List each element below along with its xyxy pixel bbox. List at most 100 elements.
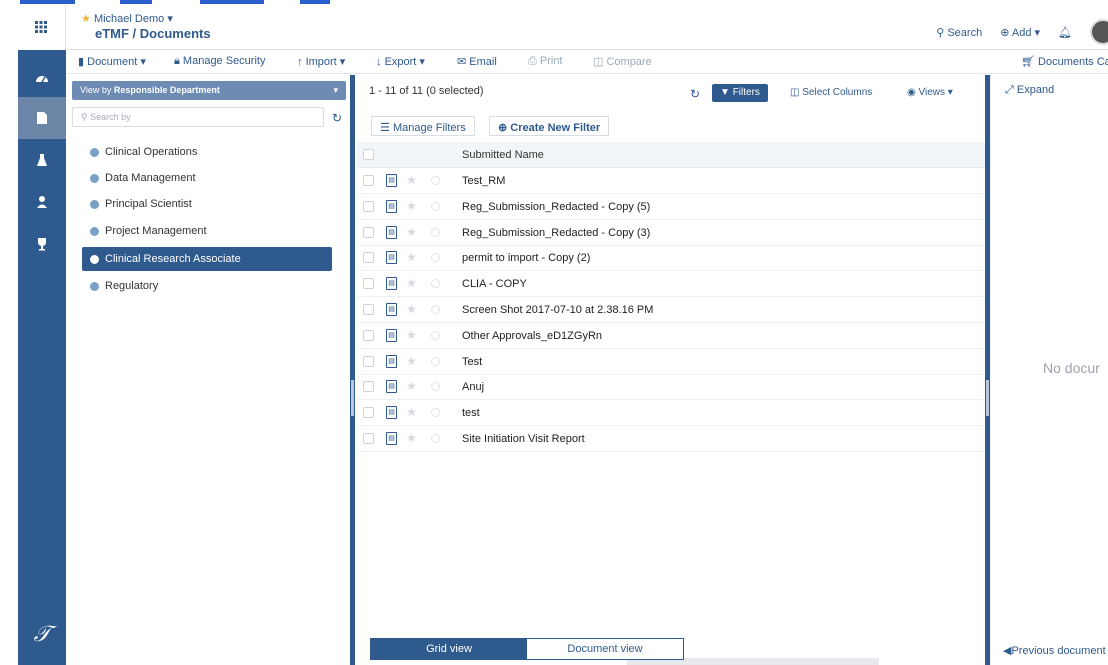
manage-filters-button[interactable]: ☰ Manage Filters [371,116,475,136]
view-toggle: Grid view Document view [370,638,684,660]
apps-grid-button[interactable] [18,5,66,50]
row-checkbox[interactable] [363,329,374,341]
status-circle-icon [431,227,440,237]
table-row[interactable]: ▤ ★ Site Initiation Visit Report [357,426,985,452]
star-icon[interactable]: ★ [406,328,417,342]
department-item[interactable]: Project Management [82,219,332,243]
department-item-active[interactable]: Clinical Research Associate [82,247,332,271]
column-header-submitted-name[interactable]: Submitted Name [462,149,544,161]
user-menu[interactable]: ★ Michael Demo ▾ [81,12,173,25]
star-icon[interactable]: ★ [406,405,417,419]
department-item[interactable]: Clinical Operations [82,140,332,164]
row-checkbox[interactable] [363,226,374,238]
grid-view-tab[interactable]: Grid view [371,639,527,659]
expand-label: Expand [1016,84,1055,96]
document-name[interactable]: Test_RM [462,175,505,187]
department-item[interactable]: Regulatory [82,274,332,298]
row-checkbox[interactable] [363,355,374,367]
select-all-checkbox[interactable] [363,149,374,160]
status-circle-icon [431,434,440,443]
department-item[interactable]: Data Management [82,166,332,190]
table-row[interactable]: ▤ ★ Other Approvals_eD1ZGyRn [357,323,985,349]
document-name[interactable]: permit to import - Copy (2) [462,252,590,264]
lab-flask-icon[interactable] [18,139,66,181]
filters-button[interactable]: ▼ Filters [712,84,768,102]
dashboard-icon[interactable] [18,58,66,100]
documents-cart-button[interactable]: 🛒︎ Documents Ca [1021,55,1108,68]
splitter-grip[interactable] [986,380,989,416]
row-checkbox[interactable] [363,433,374,444]
document-name[interactable]: CLIA - COPY [462,278,527,290]
import-menu[interactable]: ↑ Import ▾ [297,55,345,68]
print-label: Print [539,55,563,67]
create-new-filter-button[interactable]: ⊕ Create New Filter [489,116,610,136]
document-name[interactable]: Site Initiation Visit Report [462,433,585,445]
print-button[interactable]: ⎙ Print [528,55,563,68]
row-checkbox[interactable] [363,407,374,419]
document-name[interactable]: Other Approvals_eD1ZGyRn [462,330,602,342]
pdf-icon: ▤ [386,354,397,368]
department-label: Data Management [105,172,196,184]
department-search-input[interactable]: ⚲ Search by [72,107,324,127]
document-menu[interactable]: ▮ Document ▾ [78,55,146,68]
add-button[interactable]: ⊕ Add ▾ [1000,26,1040,39]
refresh-icon[interactable]: ↻ [332,111,342,125]
trophy-icon[interactable] [18,223,66,265]
table-row[interactable]: ▤ ★ Reg_Submission_Redacted - Copy (3) [357,220,985,246]
document-name[interactable]: Reg_Submission_Redacted - Copy (3) [462,227,650,239]
table-row[interactable]: ▤ ★ CLIA - COPY [357,271,985,298]
department-item[interactable]: Principal Scientist [82,192,332,216]
favorite-star-icon: ★ [81,13,91,25]
status-circle-icon [431,330,440,340]
views-menu[interactable]: ◉ Views ▾ [907,87,953,98]
documents-icon[interactable] [18,97,66,139]
table-row[interactable]: ▤ ★ Screen Shot 2017-07-10 at 2.38.16 PM [357,297,985,323]
email-button[interactable]: ✉ Email [457,55,497,68]
search-icon: ⚲ [936,26,945,39]
table-row[interactable]: ▤ ★ Test [357,349,985,375]
table-row[interactable]: ▤ ★ Test_RM [357,168,985,194]
refresh-icon[interactable]: ↻ [690,87,700,101]
star-icon[interactable]: ★ [406,173,417,187]
row-checkbox[interactable] [363,304,374,315]
document-name[interactable]: test [462,407,480,419]
star-icon[interactable]: ★ [406,354,417,368]
star-icon[interactable]: ★ [406,225,417,239]
documents-cart-label: Documents Ca [1038,56,1108,68]
document-view-tab[interactable]: Document view [527,639,683,659]
star-icon[interactable]: ★ [406,250,417,264]
table-row[interactable]: ▤ ★ Anuj [357,374,985,401]
search-button[interactable]: ⚲ Search [936,26,982,39]
expand-button[interactable]: ⤢ Expand [1005,84,1054,97]
star-icon[interactable]: ★ [406,276,417,290]
compare-button[interactable]: ◫ Compare [593,55,652,68]
notifications-bell-icon[interactable]: 🔔︎ [1058,26,1072,39]
manage-security-button[interactable]: 🔒︎ Manage Security [174,55,265,68]
table-row[interactable]: ▤ ★ permit to import - Copy (2) [357,245,985,272]
star-icon[interactable]: ★ [406,302,417,316]
status-circle-icon [431,279,440,289]
table-row[interactable]: ▤ ★ test [357,400,985,427]
document-name[interactable]: Reg_Submission_Redacted - Copy (5) [462,201,650,213]
table-row[interactable]: ▤ ★ Reg_Submission_Redacted - Copy (5) [357,194,985,220]
row-checkbox[interactable] [363,278,374,290]
view-by-dropdown[interactable]: View by Responsible Department ▾ [72,81,346,100]
star-icon[interactable]: ★ [406,379,417,393]
document-name[interactable]: Screen Shot 2017-07-10 at 2.38.16 PM [462,304,653,316]
row-checkbox[interactable] [363,175,374,186]
star-icon[interactable]: ★ [406,431,417,445]
star-icon[interactable]: ★ [406,199,417,213]
previous-document-button[interactable]: ◀Previous document [1003,644,1106,657]
select-columns-button[interactable]: ◫ Select Columns [790,87,872,98]
avatar[interactable] [1090,19,1108,45]
user-icon[interactable] [18,181,66,223]
row-checkbox[interactable] [363,381,374,393]
export-menu[interactable]: ↓ Export ▾ [376,55,425,68]
row-checkbox[interactable] [363,252,374,264]
department-label: Clinical Operations [105,146,198,158]
document-name[interactable]: Anuj [462,381,484,393]
left-splitter[interactable] [350,75,355,665]
document-name[interactable]: Test [462,356,482,368]
row-checkbox[interactable] [363,200,374,212]
splitter-grip[interactable] [351,380,354,416]
